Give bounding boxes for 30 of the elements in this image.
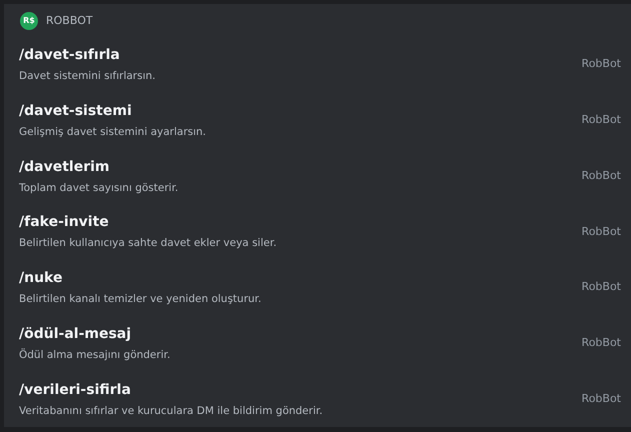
command-description: Ödül alma mesajını gönderir. [19, 348, 172, 362]
command-item[interactable]: /davet-sıfırla Davet sistemini sıfırlarsın. RobBot [4, 36, 631, 93]
command-name: /nuke [19, 269, 64, 288]
command-source: RobBot [582, 335, 621, 352]
command-description: Gelişmiş davet sistemini ayarlarsın. [19, 126, 208, 139]
command-description: Belirtilen kullanıcıya sahte davet ekler veya siler. [19, 237, 278, 250]
command-name: /davet-sıfırla [19, 46, 121, 64]
command-source: RobBot [582, 224, 621, 240]
command-source: RobBot [582, 112, 621, 128]
command-source: RobBot [582, 56, 621, 72]
command-name: /verileri-sifirla [19, 380, 132, 399]
command-name: /davetlerim [19, 158, 110, 176]
command-description: Davet sistemini sıfırlarsın. [19, 70, 157, 84]
bot-name: ROBBOT [46, 13, 93, 30]
command-item[interactable]: /davet-sistemi Gelişmiş davet sistemini ayarlarsın. RobBot [4, 92, 631, 148]
command-source: RobBot [582, 390, 621, 407]
command-description: Veritabanını sıfırlar ve kuruculara DM ile bildirim gönderir. [19, 404, 324, 418]
command-description: Toplam davet sayısını gösterir. [19, 182, 180, 195]
command-item[interactable]: /ödül-al-mesaj Ödül alma mesajını gönderir. RobBot [4, 316, 631, 372]
command-name: /fake-invite [19, 213, 110, 232]
command-source: RobBot [582, 168, 621, 184]
command-item[interactable]: /davetlerim Toplam davet sayısını gösterir. RobBot [4, 148, 631, 204]
command-name: /ödül-al-mesaj [19, 324, 132, 343]
command-item[interactable]: /verileri-sifirla Veritabanını sıfırlar ve kuruculara DM ile bildirim gönderir. RobBot [4, 371, 631, 427]
command-item[interactable]: /nuke Belirtilen kanalı temizler ve yeniden oluşturur. RobBot [4, 260, 631, 316]
bot-logo: R$ [20, 12, 38, 30]
command-item[interactable]: /fake-invite Belirtilen kullanıcıya sahte davet ekler veya siler. RobBot [4, 204, 631, 260]
command-name: /davet-sistemi [19, 102, 133, 120]
command-source: RobBot [582, 279, 621, 296]
command-description: Belirtilen kanalı temizler ve yeniden oluşturur. [19, 293, 262, 306]
